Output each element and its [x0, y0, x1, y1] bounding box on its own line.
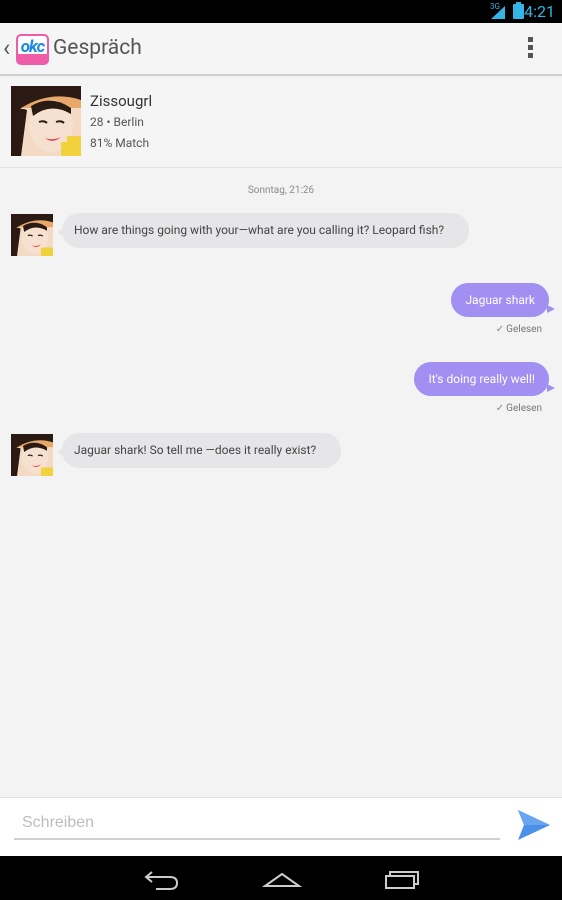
system-nav-bar: [0, 856, 562, 900]
status-time: 4:21: [524, 2, 555, 21]
read-status: Gelesen: [506, 403, 542, 414]
status-bar: 3G 4:21: [0, 0, 562, 23]
read-receipt: ✓ Gelesen: [496, 324, 542, 335]
message-composer: [0, 797, 562, 856]
message-bubble-outgoing[interactable]: It's doing really well!: [414, 362, 555, 396]
message-input[interactable]: [14, 808, 500, 840]
read-receipt: ✓ Gelesen: [496, 403, 542, 414]
check-icon: ✓: [495, 403, 505, 414]
profile-name: Zissougrl: [90, 92, 153, 110]
logo-text: okc: [20, 37, 46, 57]
profile-avatar[interactable]: [11, 86, 81, 156]
nav-home-icon[interactable]: [262, 864, 302, 892]
okc-logo[interactable]: okc: [16, 34, 49, 65]
message-avatar[interactable]: [11, 434, 53, 476]
profile-header[interactable]: Zissougrl 28 • Berlin 81% Match: [0, 78, 562, 168]
conversation-timestamp: Sonntag, 21:26: [247, 185, 315, 196]
message-avatar[interactable]: [11, 214, 53, 256]
check-icon: ✓: [495, 324, 505, 335]
nav-back-icon[interactable]: [142, 864, 182, 892]
action-bar: ‹ okc Gespräch: [0, 23, 562, 76]
battery-icon: [513, 2, 524, 19]
profile-meta: 28 • Berlin: [90, 115, 144, 129]
send-icon[interactable]: [518, 810, 550, 840]
read-status: Gelesen: [506, 324, 542, 335]
overflow-menu-icon[interactable]: [528, 37, 534, 61]
message-bubble-incoming[interactable]: Jaguar shark! So tell me —does it really…: [56, 433, 342, 468]
signal-icon: [491, 6, 505, 19]
nav-recents-icon[interactable]: [382, 864, 422, 892]
page-title: Gespräch: [53, 36, 142, 60]
message-bubble-outgoing[interactable]: Jaguar shark: [451, 283, 555, 317]
message-bubble-incoming[interactable]: How are things going with your—what are …: [56, 213, 470, 248]
chevron-left-icon[interactable]: ‹: [3, 36, 10, 60]
profile-match: 81% Match: [90, 136, 150, 150]
